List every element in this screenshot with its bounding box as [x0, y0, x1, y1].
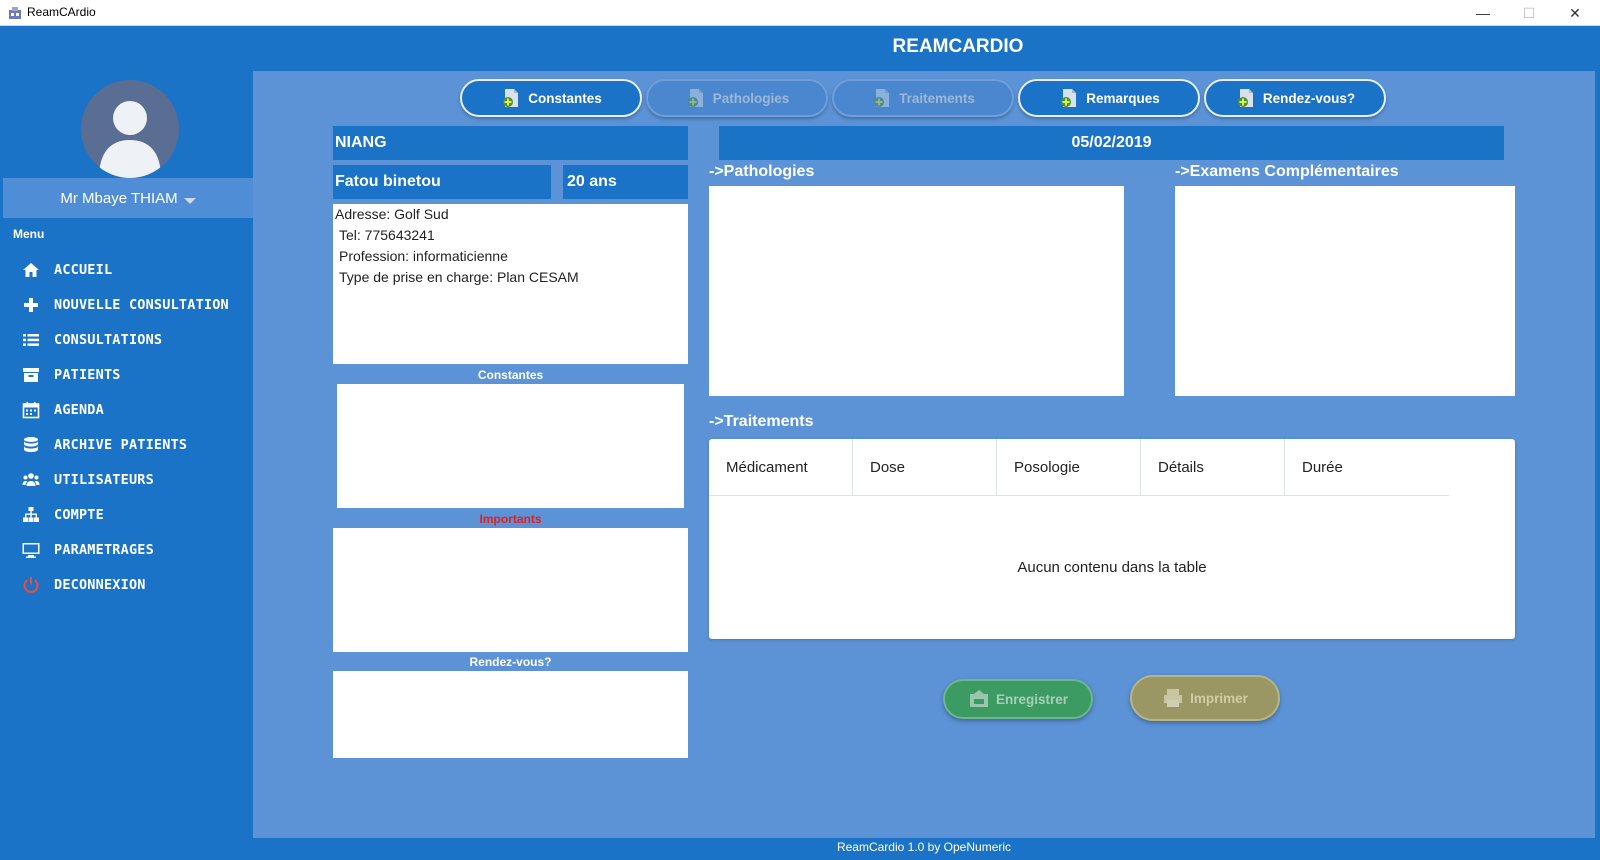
- sidebar-item-label: COMPTE: [54, 506, 104, 523]
- sidebar-item-nouvelle-consultation[interactable]: NOUVELLE CONSULTATION: [3, 287, 253, 322]
- printer-icon: [1164, 689, 1183, 707]
- chevron-down-icon: [183, 198, 196, 204]
- sidebar-item-utilisateurs[interactable]: UTILISATEURS: [3, 462, 253, 497]
- home-icon: [21, 260, 41, 280]
- save-disk-icon: [969, 690, 988, 707]
- traitements-heading: ->Traitements: [709, 413, 814, 430]
- tab-constantes[interactable]: Constantes: [460, 79, 642, 117]
- window-title: ReamCArdio: [27, 5, 96, 19]
- column-header-medicament[interactable]: Médicament: [709, 439, 853, 496]
- avatar: [81, 80, 179, 178]
- sidebar-item-consultations[interactable]: CONSULTATIONS: [3, 322, 253, 357]
- rendez-vous-label: Rendez-vous?: [469, 655, 552, 669]
- calendar-icon: [21, 400, 41, 420]
- column-header-details[interactable]: Détails: [1141, 439, 1285, 496]
- tab-remarques[interactable]: Remarques: [1018, 79, 1200, 117]
- tab-label: Remarques: [1086, 90, 1160, 106]
- main-panel: Constantes Pathologies Traitements Remar…: [253, 71, 1595, 838]
- close-button[interactable]: ✕: [1552, 0, 1598, 26]
- patient-profession: Profession: informaticienne: [339, 248, 508, 264]
- sidebar-item-archive-patients[interactable]: ARCHIVE PATIENTS: [3, 427, 253, 462]
- patient-last-name: NIANG: [333, 126, 688, 160]
- add-document-icon: [1061, 89, 1077, 107]
- sidebar-item-compte[interactable]: COMPTE: [3, 497, 253, 532]
- table-header: Médicament Dose Posologie Détails Durée: [709, 439, 1449, 496]
- tab-pathologies[interactable]: Pathologies: [646, 79, 828, 117]
- patient-phone: Tel: 775643241: [339, 227, 435, 243]
- sidebar-item-deconnexion[interactable]: DECONNEXION: [3, 567, 253, 602]
- column-header-dose[interactable]: Dose: [853, 439, 997, 496]
- patient-age: 20 ans: [563, 165, 688, 199]
- sidebar-item-label: UTILISATEURS: [54, 471, 154, 488]
- sidebar-item-label: ACCUEIL: [54, 261, 113, 278]
- monitor-icon: [21, 540, 41, 560]
- table-empty-message: Aucun contenu dans la table: [1017, 559, 1207, 576]
- save-button-label: Enregistrer: [995, 691, 1069, 707]
- user-silhouette-icon: [99, 101, 161, 178]
- plus-icon: [21, 295, 41, 315]
- examens-box[interactable]: [1175, 186, 1515, 396]
- constantes-box[interactable]: [337, 384, 684, 508]
- tab-rendez-vous[interactable]: Rendez-vous?: [1204, 79, 1386, 117]
- patient-address: Adresse: Golf Sud: [335, 206, 449, 222]
- sidebar-item-patients[interactable]: PATIENTS: [3, 357, 253, 392]
- list-icon: [21, 330, 41, 350]
- tab-label: Rendez-vous?: [1262, 90, 1356, 106]
- menu-label: Menu: [13, 227, 45, 241]
- tab-label: Constantes: [528, 90, 602, 106]
- window-titlebar: ReamCArdio — ☐ ✕: [0, 0, 1600, 26]
- sitemap-icon: [21, 505, 41, 525]
- maximize-button[interactable]: ☐: [1506, 0, 1552, 26]
- pathologies-box[interactable]: [709, 186, 1124, 396]
- database-icon: [21, 435, 41, 455]
- sidebar: Mr Mbaye THIAM Menu ACCUEIL NOUVELLE CON…: [3, 26, 253, 834]
- importants-box[interactable]: [333, 528, 688, 652]
- sidebar-item-label: CONSULTATIONS: [54, 331, 163, 348]
- users-icon: [21, 470, 41, 490]
- patient-first-name: Fatou binetou: [333, 165, 551, 199]
- print-button-label: Imprimer: [1190, 690, 1248, 706]
- sidebar-item-accueil[interactable]: ACCUEIL: [3, 252, 253, 287]
- tab-label: Traitements: [899, 90, 975, 106]
- archive-box-icon: [21, 365, 41, 385]
- minimize-button[interactable]: —: [1460, 0, 1506, 26]
- rendez-vous-box[interactable]: [333, 671, 688, 758]
- add-document-icon: [687, 89, 703, 107]
- sidebar-item-label: PATIENTS: [54, 366, 121, 383]
- sidebar-item-agenda[interactable]: AGENDA: [3, 392, 253, 427]
- user-menu-toggle[interactable]: Mr Mbaye THIAM: [3, 178, 253, 218]
- footer-credit: ReamCardio 1.0 by OpeNumeric: [836, 840, 1012, 854]
- constantes-label: Constantes: [477, 368, 544, 382]
- power-icon: [21, 575, 41, 595]
- sidebar-item-label: NOUVELLE CONSULTATION: [54, 296, 229, 313]
- column-header-posologie[interactable]: Posologie: [997, 439, 1141, 496]
- add-document-icon: [1237, 89, 1253, 107]
- pathologies-heading: ->Pathologies: [709, 163, 815, 180]
- sidebar-item-label: DECONNEXION: [54, 576, 146, 593]
- sidebar-item-label: PARAMETRAGES: [54, 541, 154, 558]
- app-icon: [9, 7, 21, 19]
- print-button[interactable]: Imprimer: [1130, 675, 1280, 721]
- sidebar-item-label: ARCHIVE PATIENTS: [54, 436, 188, 453]
- save-button[interactable]: Enregistrer: [943, 679, 1093, 719]
- tab-traitements[interactable]: Traitements: [832, 79, 1014, 117]
- traitements-table[interactable]: Médicament Dose Posologie Détails Durée …: [709, 439, 1515, 639]
- importants-label: Importants: [479, 512, 542, 526]
- column-header-duree[interactable]: Durée: [1285, 439, 1429, 496]
- patient-info-box: Adresse: Golf Sud Tel: 775643241 Profess…: [333, 204, 688, 364]
- tab-label: Pathologies: [712, 90, 790, 106]
- add-document-icon: [874, 89, 890, 107]
- consultation-date: 05/02/2019: [719, 126, 1504, 160]
- sidebar-item-label: AGENDA: [54, 401, 104, 418]
- examens-heading: ->Examens Complémentaires: [1175, 163, 1399, 180]
- add-document-icon: [503, 89, 519, 107]
- user-name: Mr Mbaye THIAM: [60, 189, 178, 207]
- sidebar-item-parametrages[interactable]: PARAMETRAGES: [3, 532, 253, 567]
- sidebar-menu: ACCUEIL NOUVELLE CONSULTATION CONSULTATI…: [3, 252, 253, 602]
- patient-coverage: Type de prise en charge: Plan CESAM: [339, 269, 579, 285]
